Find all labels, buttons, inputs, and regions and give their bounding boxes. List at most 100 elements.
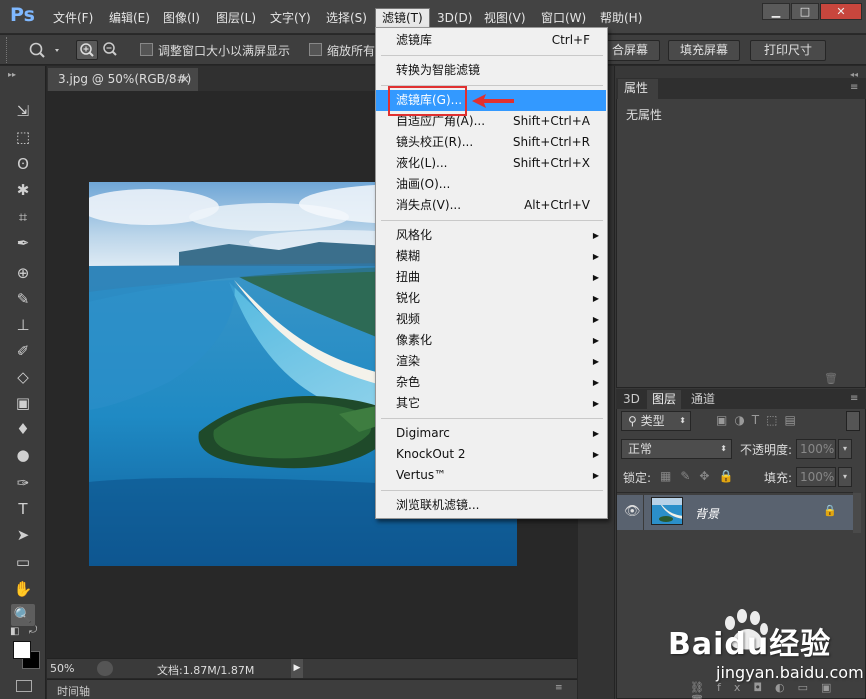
filter-menu-item[interactable]: Vertus™ ▶ — [376, 465, 606, 486]
properties-trash-icon[interactable]: 🗑 — [824, 372, 838, 385]
filter-menu-item[interactable]: 模糊 ▶ — [376, 246, 606, 267]
status-menu-arrow-icon[interactable]: ▶ — [291, 659, 303, 678]
opacity-dropdown-icon[interactable]: ▾ — [838, 439, 852, 459]
fill-dropdown-icon[interactable]: ▾ — [838, 467, 852, 487]
menu-image[interactable]: 图像(I) — [163, 9, 200, 27]
history-brush-tool-icon[interactable]: ✐ — [11, 340, 35, 362]
timeline-menu-icon[interactable]: ≡ — [555, 683, 563, 693]
menu-separator — [381, 490, 603, 491]
filter-menu-item[interactable]: 其它 ▶ — [376, 393, 606, 414]
document-tab[interactable]: 3.jpg @ 50%(RGB/8#) × — [48, 68, 198, 91]
fill-input[interactable]: 100% — [796, 467, 836, 487]
maximize-button[interactable]: □ — [791, 3, 819, 20]
hand-tool-icon[interactable]: ✋ — [11, 578, 35, 600]
menu-3d[interactable]: 3D(D) — [437, 9, 472, 27]
filter-menu-item[interactable]: 消失点(V)... Alt+Ctrl+V — [376, 195, 606, 216]
path-select-tool-icon[interactable]: ➤ — [11, 524, 35, 546]
brush-tool-icon[interactable]: ✎ — [11, 288, 35, 310]
menu-edit[interactable]: 编辑(E) — [109, 9, 150, 27]
zoom-level[interactable]: 50% — [50, 662, 74, 675]
menu-select[interactable]: 选择(S) — [326, 9, 367, 27]
menu-filter[interactable]: 滤镜(T) — [375, 8, 430, 28]
gradient-tool-icon[interactable]: ▣ — [11, 392, 35, 414]
filter-menu-item-label: 滤镜库 — [396, 33, 433, 47]
tab-layers[interactable]: 图层 — [647, 390, 682, 409]
close-button[interactable]: ✕ — [820, 3, 862, 20]
opacity-input[interactable]: 100% — [796, 439, 836, 459]
zoom-in-button[interactable] — [76, 40, 98, 60]
shape-tool-icon[interactable]: ▭ — [11, 551, 35, 573]
layer-kind-filter[interactable]: ⚲ 类型 ⬍ — [621, 411, 691, 431]
filter-menu-item[interactable]: 视频 ▶ — [376, 309, 606, 330]
filter-menu-item[interactable]: KnockOut 2 ▶ — [376, 444, 606, 465]
properties-tab[interactable]: 属性 — [618, 79, 658, 99]
eyedropper-tool-icon[interactable]: ✒ — [11, 232, 35, 254]
lock-icons[interactable]: ▦✎✥🔒 — [660, 469, 742, 483]
layers-scrollbar[interactable] — [853, 493, 861, 533]
eraser-tool-icon[interactable]: ◇ — [11, 366, 35, 388]
tab-close-icon[interactable]: × — [180, 68, 190, 90]
tab-3d[interactable]: 3D — [618, 390, 645, 409]
zoom-all-checkbox[interactable] — [309, 43, 322, 56]
eye-icon[interactable]: 👁 — [624, 504, 641, 519]
layers-menu-icon[interactable]: ≡ — [850, 393, 858, 404]
tools-collapse-icon[interactable]: ▸▸ — [8, 70, 16, 79]
filter-menu-item[interactable]: 像素化 ▶ — [376, 330, 606, 351]
minimize-button[interactable]: ▁ — [762, 3, 790, 20]
move-tool-icon[interactable]: ⇲ — [11, 100, 35, 122]
layer-name[interactable]: 背景 — [695, 505, 719, 522]
quick-mask-icon[interactable] — [16, 680, 32, 692]
baidu-watermark: Baidu经验 jingyan.baidu.com — [668, 605, 866, 699]
healing-brush-tool-icon[interactable]: ⊕ — [11, 262, 35, 284]
fit-screen-button[interactable]: 合屏幕 — [600, 40, 660, 61]
filter-menu-item-shortcut: Alt+Ctrl+V — [524, 198, 590, 212]
menu-separator — [381, 418, 603, 419]
filter-menu-item[interactable]: 液化(L)... Shift+Ctrl+X — [376, 153, 606, 174]
filter-menu-item[interactable]: 杂色 ▶ — [376, 372, 606, 393]
tab-channels[interactable]: 通道 — [686, 390, 720, 409]
resize-windows-checkbox[interactable] — [140, 43, 153, 56]
layer-filter-icons[interactable]: ▣◑T⬚▤ — [716, 413, 803, 427]
filter-menu-item[interactable]: 锐化 ▶ — [376, 288, 606, 309]
menu-type[interactable]: 文字(Y) — [270, 9, 311, 27]
filter-menu-item[interactable]: 镜头校正(R)... Shift+Ctrl+R — [376, 132, 606, 153]
blur-tool-icon[interactable]: ♦ — [11, 418, 35, 440]
zoom-all-label: 缩放所有 — [327, 44, 376, 58]
quick-select-tool-icon[interactable]: ✱ — [11, 179, 35, 201]
crop-tool-icon[interactable]: ⌗ — [11, 206, 35, 228]
fill-screen-button[interactable]: 填充屏幕 — [668, 40, 740, 61]
blend-mode-select[interactable]: 正常 ⬍ — [621, 439, 732, 459]
pen-tool-icon[interactable]: ✑ — [11, 472, 35, 494]
lasso-tool-icon[interactable]: ʘ — [11, 153, 35, 175]
menu-window[interactable]: 窗口(W) — [541, 9, 586, 27]
filter-menu-item[interactable]: 滤镜库 Ctrl+F — [376, 30, 606, 51]
menu-help[interactable]: 帮助(H) — [600, 9, 642, 27]
foreground-color-swatch[interactable] — [13, 641, 31, 659]
timeline-bar[interactable]: 时间轴 ≡ — [47, 679, 577, 699]
lock-icon: 🔒 — [823, 504, 837, 517]
menu-file[interactable]: 文件(F) — [53, 9, 93, 27]
filter-toggle[interactable] — [846, 411, 860, 431]
filter-menu-item[interactable]: 浏览联机滤镜... — [376, 495, 606, 516]
marquee-tool-icon[interactable]: ⬚ — [11, 126, 35, 148]
options-grip — [6, 37, 8, 63]
type-tool-icon[interactable]: T — [11, 498, 35, 520]
zoom-tool-icon[interactable]: 🔍 — [11, 604, 35, 626]
filter-menu-item[interactable]: 转换为智能滤镜 — [376, 60, 606, 81]
zoom-out-button[interactable] — [100, 40, 122, 60]
filter-menu-item[interactable]: 油画(O)... — [376, 174, 606, 195]
swap-colors-icon[interactable]: ⤾ — [29, 625, 37, 636]
properties-menu-icon[interactable]: ≡ — [850, 82, 858, 93]
menu-layer[interactable]: 图层(L) — [216, 9, 256, 27]
filter-menu-item[interactable]: Digimarc ▶ — [376, 423, 606, 444]
filter-menu-item[interactable]: 风格化 ▶ — [376, 225, 606, 246]
default-colors-icon[interactable]: ◧ — [10, 626, 19, 637]
status-icon[interactable] — [97, 661, 113, 676]
dodge-tool-icon[interactable]: ● — [11, 444, 35, 466]
filter-menu-item[interactable]: 扭曲 ▶ — [376, 267, 606, 288]
print-size-button[interactable]: 打印尺寸 — [750, 40, 826, 61]
zoom-tool-preset-icon[interactable] — [27, 40, 63, 60]
menu-view[interactable]: 视图(V) — [484, 9, 526, 27]
clone-stamp-tool-icon[interactable]: ⊥ — [11, 314, 35, 336]
filter-menu-item[interactable]: 渲染 ▶ — [376, 351, 606, 372]
